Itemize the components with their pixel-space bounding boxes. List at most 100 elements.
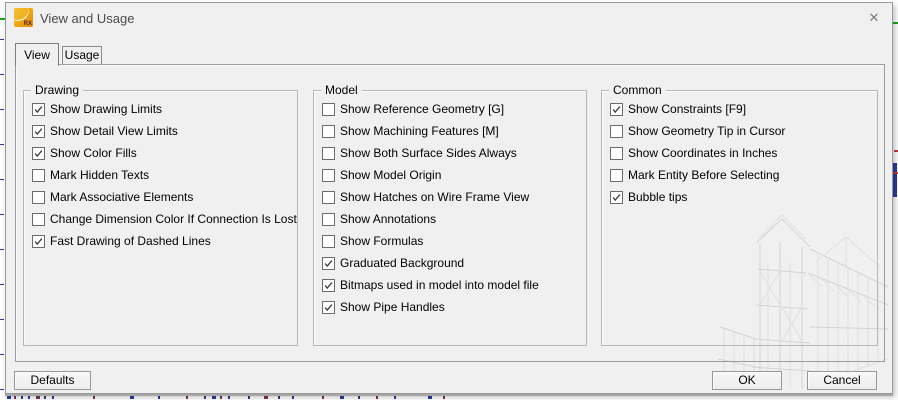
background-mark xyxy=(278,395,280,399)
cancel-button[interactable]: Cancel xyxy=(807,371,877,390)
checkbox[interactable] xyxy=(32,125,45,138)
group-common: Common Show Constraints [F9] Show Geomet… xyxy=(601,90,878,346)
checkbox-row[interactable]: Show Annotations xyxy=(322,208,586,230)
checkbox-label: Show Coordinates in Inches xyxy=(628,146,777,160)
checkbox-label: Show Geometry Tip in Cursor xyxy=(628,124,785,138)
checkbox[interactable] xyxy=(32,169,45,182)
checkbox-row[interactable]: Show Coordinates in Inches xyxy=(610,142,877,164)
title-bar[interactable]: RX View and Usage ✕ xyxy=(6,3,892,37)
checkbox[interactable] xyxy=(32,235,45,248)
checkbox[interactable] xyxy=(322,235,335,248)
checkbox[interactable] xyxy=(322,103,335,116)
background-mark xyxy=(322,395,324,399)
tab-view[interactable]: View xyxy=(15,43,59,66)
background-right-edge xyxy=(893,0,898,400)
checkbox-row[interactable]: Fast Drawing of Dashed Lines xyxy=(32,230,297,252)
checkbox[interactable] xyxy=(322,169,335,182)
checkbox[interactable] xyxy=(610,125,623,138)
checkbox-row[interactable]: Show Both Surface Sides Always xyxy=(322,142,586,164)
checkbox-row[interactable]: Bubble tips xyxy=(610,186,877,208)
checkbox[interactable] xyxy=(322,257,335,270)
checkbox-row[interactable]: Change Dimension Color If Connection Is … xyxy=(32,208,297,230)
background-mark xyxy=(893,22,898,24)
checkbox[interactable] xyxy=(32,103,45,116)
background-mark xyxy=(264,395,268,399)
ruler-tick xyxy=(0,179,4,180)
checkbox[interactable] xyxy=(32,191,45,204)
checkbox[interactable] xyxy=(610,169,623,182)
ok-button[interactable]: OK xyxy=(712,371,782,390)
checkbox-row[interactable]: Show Machining Features [M] xyxy=(322,120,586,142)
checkbox[interactable] xyxy=(32,147,45,160)
ruler-tick xyxy=(0,319,4,320)
checkbox-label: Show Constraints [F9] xyxy=(628,102,746,116)
checkbox-row[interactable]: Mark Entity Before Selecting xyxy=(610,164,877,186)
background-mark xyxy=(14,395,16,399)
checkbox-label: Show Machining Features [M] xyxy=(340,124,499,138)
group-drawing: Drawing Show Drawing Limits Show Detail … xyxy=(23,90,298,346)
app-logo-icon: RX xyxy=(14,8,33,27)
checkbox-label: Mark Entity Before Selecting xyxy=(628,168,779,182)
checkbox-label: Show Annotations xyxy=(340,212,436,226)
checkbox-row[interactable]: Graduated Background xyxy=(322,252,586,274)
checkbox-label: Show Reference Geometry [G] xyxy=(340,102,504,116)
checkbox-row[interactable]: Show Reference Geometry [G] xyxy=(322,98,586,120)
ruler-tick xyxy=(0,284,4,285)
background-mark xyxy=(36,395,40,399)
ruler-tick xyxy=(0,249,4,250)
checkbox[interactable] xyxy=(610,147,623,160)
background-mark xyxy=(292,395,294,399)
background-mark xyxy=(158,395,160,399)
background-mark xyxy=(204,395,206,399)
checkbox-row[interactable]: Show Model Origin xyxy=(322,164,586,186)
close-icon[interactable]: ✕ xyxy=(858,5,890,31)
group-model: Model Show Reference Geometry [G] Show M… xyxy=(313,90,587,346)
ruler-tick xyxy=(0,39,4,40)
checkbox-row[interactable]: Show Geometry Tip in Cursor xyxy=(610,120,877,142)
checkbox[interactable] xyxy=(322,191,335,204)
checkbox[interactable] xyxy=(610,103,623,116)
background-mark xyxy=(443,395,445,399)
checkbox-row[interactable]: Show Color Fills xyxy=(32,142,297,164)
checkbox-row[interactable]: Show Detail View Limits xyxy=(32,120,297,142)
checkbox-row[interactable]: Show Formulas xyxy=(322,230,586,252)
background-mark xyxy=(7,395,11,399)
checkbox-label: Show Hatches on Wire Frame View xyxy=(340,190,529,204)
checkbox-row[interactable]: Bitmaps used in model into model file xyxy=(322,274,586,296)
tab-usage[interactable]: Usage xyxy=(62,46,102,64)
checkbox-label: Show Color Fills xyxy=(50,146,137,160)
checkbox[interactable] xyxy=(32,213,45,226)
background-mark xyxy=(93,395,95,399)
background-mark xyxy=(52,395,54,399)
checkbox-row[interactable]: Show Constraints [F9] xyxy=(610,98,877,120)
ruler-tick xyxy=(0,74,4,75)
group-title: Model xyxy=(321,83,362,97)
checkbox-row[interactable]: Show Drawing Limits xyxy=(32,98,297,120)
checkbox-row[interactable]: Show Hatches on Wire Frame View xyxy=(322,186,586,208)
checkbox-label: Fast Drawing of Dashed Lines xyxy=(50,234,211,248)
checkbox[interactable] xyxy=(322,147,335,160)
background-mark xyxy=(340,395,344,399)
checkbox-label: Change Dimension Color If Connection Is … xyxy=(50,212,297,226)
background-drawing-marks xyxy=(0,394,898,400)
checkbox-label: Mark Hidden Texts xyxy=(50,168,149,182)
ruler-tick xyxy=(0,389,4,390)
app-logo-text: RX xyxy=(24,21,32,27)
background-mark xyxy=(220,395,222,399)
group-title: Common xyxy=(609,83,666,97)
defaults-button[interactable]: Defaults xyxy=(14,371,91,390)
checkbox-label: Mark Associative Elements xyxy=(50,190,193,204)
checkbox[interactable] xyxy=(322,279,335,292)
background-mark xyxy=(186,395,188,399)
checkbox[interactable] xyxy=(322,213,335,226)
checkbox-label: Show Pipe Handles xyxy=(340,300,445,314)
background-mark xyxy=(376,395,378,399)
checkbox-row[interactable]: Mark Hidden Texts xyxy=(32,164,297,186)
checkbox-label: Bitmaps used in model into model file xyxy=(340,278,539,292)
checkbox-row[interactable]: Mark Associative Elements xyxy=(32,186,297,208)
checkbox-row[interactable]: Show Pipe Handles xyxy=(322,296,586,318)
checkbox[interactable] xyxy=(322,125,335,138)
view-and-usage-dialog: RX View and Usage ✕ View Usage Drawing xyxy=(5,2,893,394)
checkbox[interactable] xyxy=(610,191,623,204)
checkbox[interactable] xyxy=(322,301,335,314)
